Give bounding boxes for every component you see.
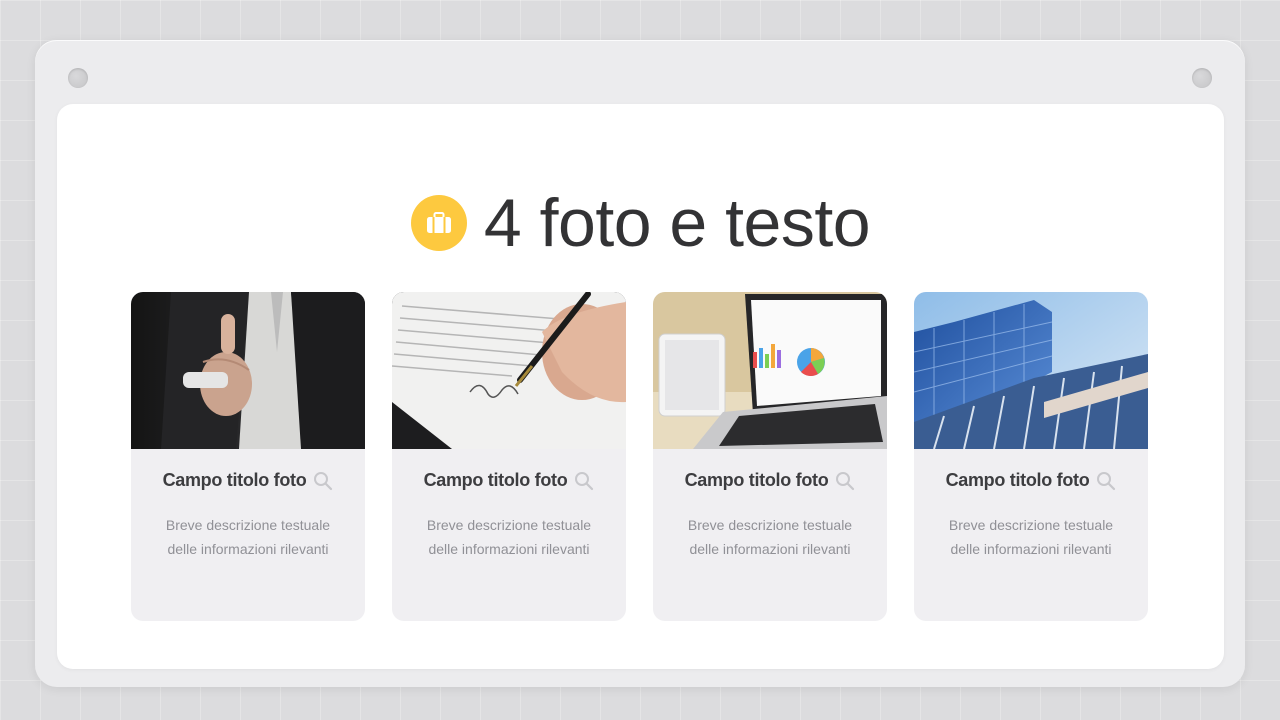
card-description-line: Breve descrizione testuale xyxy=(426,517,592,533)
card-description-line: Breve descrizione testuale xyxy=(165,517,331,533)
search-icon[interactable] xyxy=(313,471,333,491)
photo-card[interactable]: Campo titolo foto Breve descrizione test… xyxy=(653,292,887,621)
card-description: Breve descrizione testuale delle informa… xyxy=(653,513,887,561)
thumbs-up-businessman-photo xyxy=(131,292,365,449)
laptop-charts-photo xyxy=(653,292,887,449)
photo-card[interactable]: Campo titolo foto Breve descrizione test… xyxy=(392,292,626,621)
slide-heading: 4 foto e testo xyxy=(57,189,1224,257)
card-title: Campo titolo foto xyxy=(684,470,829,490)
card-description-line: delle informazioni rilevanti xyxy=(689,541,851,557)
card-description-line: Breve descrizione testuale xyxy=(687,517,853,533)
card-description: Breve descrizione testuale delle informa… xyxy=(914,513,1148,561)
card-description: Breve descrizione testuale delle informa… xyxy=(131,513,365,561)
content-panel: 4 foto e testo Campo titolo foto Breve d… xyxy=(57,104,1224,669)
card-title: Campo titolo foto xyxy=(945,470,1090,490)
card-description-line: Breve descrizione testuale xyxy=(948,517,1114,533)
card-description-line: delle informazioni rilevanti xyxy=(950,541,1112,557)
photo-card[interactable]: Campo titolo foto Breve descrizione test… xyxy=(914,292,1148,621)
photo-card[interactable]: Campo titolo foto Breve descrizione test… xyxy=(131,292,365,621)
briefcase-icon xyxy=(410,195,467,251)
search-icon[interactable] xyxy=(835,471,855,491)
slide-frame: 4 foto e testo Campo titolo foto Breve d… xyxy=(35,40,1245,687)
card-description-line: delle informazioni rilevanti xyxy=(428,541,590,557)
slide-title: 4 foto e testo xyxy=(483,185,871,261)
photo-cards: Campo titolo foto Breve descrizione test… xyxy=(131,292,1148,621)
office-building-photo xyxy=(914,292,1148,449)
card-description-line: delle informazioni rilevanti xyxy=(167,541,329,557)
search-icon[interactable] xyxy=(1096,471,1116,491)
card-title: Campo titolo foto xyxy=(162,470,307,490)
card-description: Breve descrizione testuale delle informa… xyxy=(392,513,626,561)
screw-decoration-right xyxy=(1192,68,1212,88)
signing-document-photo xyxy=(392,292,626,449)
card-title: Campo titolo foto xyxy=(423,470,568,490)
search-icon[interactable] xyxy=(574,471,594,491)
screw-decoration-left xyxy=(68,68,88,88)
